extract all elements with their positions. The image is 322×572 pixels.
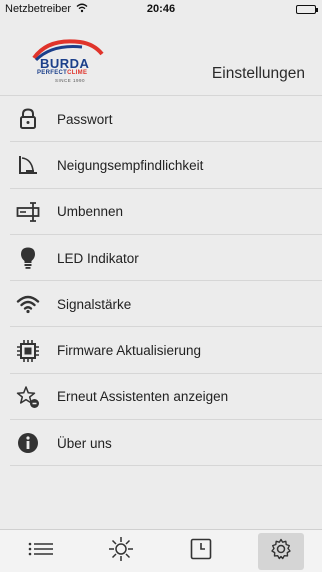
- battery-icon: [296, 5, 318, 14]
- page-title: Einstellungen: [211, 65, 305, 82]
- logo-brand: BURDA: [40, 56, 90, 71]
- star-wand-icon: [14, 383, 42, 411]
- divider: [10, 465, 322, 467]
- header: BURDA PERFECTCLIME SINCE 1990 Einstellun…: [0, 20, 322, 95]
- menu-item-label: Signalstärke: [57, 296, 132, 312]
- settings-menu: Passwort Neigungsempfindlichkeit Umbenne…: [0, 95, 322, 467]
- logo-subtitle-a: PERFECT: [37, 70, 68, 76]
- menu-item-led-indicator[interactable]: LED Indikator: [0, 235, 322, 282]
- menu-item-label: Erneut Assistenten anzeigen: [57, 389, 229, 405]
- menu-item-signal-strength[interactable]: Signalstärke: [0, 281, 322, 328]
- logo-subtitle-b: CLIME: [67, 70, 88, 76]
- menu-item-label: Firmware Aktualisierung: [57, 343, 202, 359]
- gear-icon: [269, 537, 293, 566]
- logo-subtitle: PERFECTCLIME: [37, 70, 87, 76]
- tab-brightness[interactable]: [98, 533, 144, 570]
- wifi-icon: [14, 290, 42, 318]
- menu-item-label: Neigungsempfindlichkeit: [57, 157, 204, 173]
- tab-timer[interactable]: [178, 533, 224, 570]
- status-time: 20:46: [146, 3, 176, 15]
- menu-item-label: Über uns: [57, 435, 112, 451]
- clock-icon: [190, 538, 212, 565]
- menu-item-tilt-sensitivity[interactable]: Neigungsempfindlichkeit: [0, 142, 322, 189]
- menu-item-about[interactable]: Über uns: [0, 420, 322, 467]
- list-icon: [28, 542, 54, 561]
- tilt-icon: [14, 151, 42, 179]
- menu-item-label: LED Indikator: [57, 250, 139, 266]
- sun-icon: [108, 536, 134, 567]
- lock-icon: [14, 105, 42, 133]
- menu-item-password[interactable]: Passwort: [0, 96, 322, 143]
- menu-item-show-assistant[interactable]: Erneut Assistenten anzeigen: [0, 374, 322, 421]
- tab-list[interactable]: [18, 533, 64, 570]
- lightbulb-icon: [14, 244, 42, 272]
- rename-icon: [14, 198, 42, 226]
- menu-item-label: Passwort: [57, 111, 113, 127]
- info-icon: [14, 429, 42, 457]
- menu-item-rename[interactable]: Umbennen: [0, 189, 322, 235]
- logo-since: SINCE 1990: [55, 78, 86, 83]
- tab-settings[interactable]: [258, 533, 304, 570]
- status-bar: Netzbetreiber 20:46: [0, 0, 322, 20]
- tab-bar: [0, 529, 322, 572]
- menu-item-firmware-update[interactable]: Firmware Aktualisierung: [0, 327, 322, 374]
- burda-logo: BURDA PERFECTCLIME SINCE 1990: [28, 36, 108, 92]
- chip-icon: [14, 337, 42, 365]
- menu-item-label: Umbennen: [57, 204, 124, 220]
